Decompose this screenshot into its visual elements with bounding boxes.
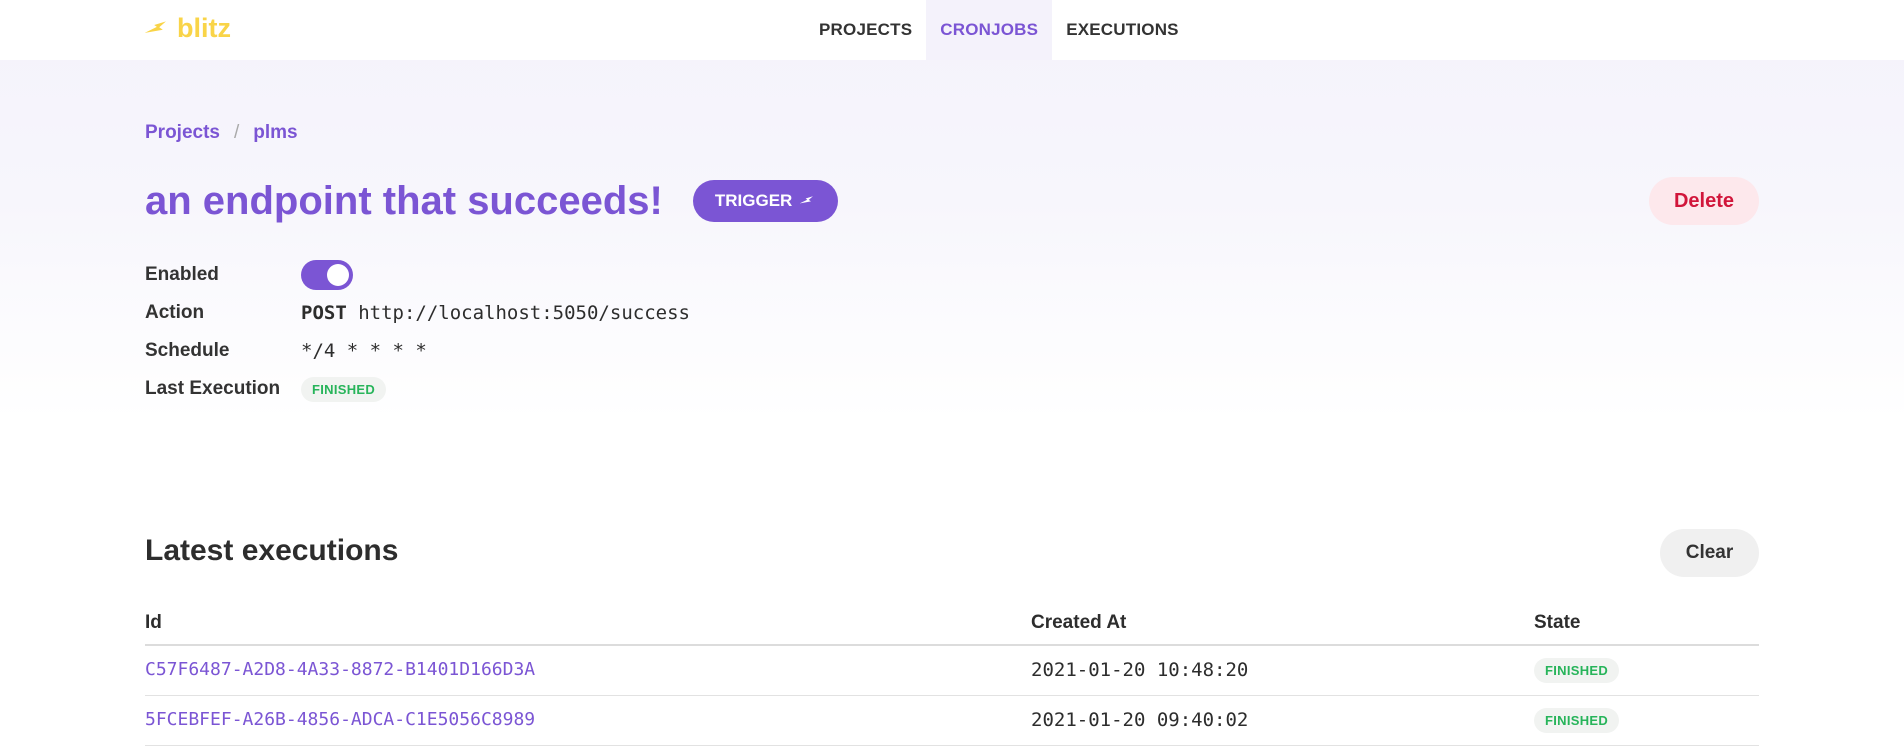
trigger-button-label: TRIGGER (714, 191, 793, 210)
prop-schedule: Schedule */4 * * * * (145, 332, 690, 370)
last-execution-label: Last Execution (145, 378, 281, 399)
column-header-created-at: Created At (1031, 601, 1534, 646)
status-badge: FINISHED (1534, 707, 1620, 733)
prop-action: Action POST http://localhost:5050/succes… (145, 294, 690, 332)
status-badge: FINISHED (301, 376, 387, 402)
action-url: http://localhost:5050/success (358, 302, 690, 324)
execution-id-link[interactable]: 5FCEBFEF-A26B-4856-ADCA-C1E5056C8989 (145, 709, 535, 730)
lightning-bolt-icon (145, 20, 166, 33)
schedule-value: */4 * * * * (301, 340, 427, 362)
lightning-bolt-icon (800, 196, 814, 204)
execution-created-at: 2021-01-20 09:40:02 (1031, 708, 1249, 731)
prop-enabled: Enabled (145, 256, 690, 294)
column-header-id: Id (145, 601, 1031, 646)
breadcrumb-separator: / (233, 122, 240, 143)
breadcrumb-project-plms[interactable]: plms (253, 122, 297, 144)
breadcrumb-projects[interactable]: Projects (145, 122, 220, 144)
clear-button[interactable]: Clear (1660, 529, 1759, 577)
nav-projects[interactable]: PROJECTS (805, 0, 926, 60)
title-row: an endpoint that succeeds! TRIGGER Delet… (145, 176, 1759, 226)
trigger-button[interactable]: TRIGGER (692, 180, 839, 222)
execution-created-at: 2021-01-20 10:48:20 (1031, 658, 1249, 681)
top-navigation-bar: blitz PROJECTS CRONJOBS EXECUTIONS (0, 0, 1904, 60)
action-method: POST (301, 302, 347, 324)
enabled-toggle[interactable] (301, 260, 353, 290)
execution-id-link[interactable]: C57F6487-A2D8-4A33-8872-B1401D166D3A (145, 659, 535, 680)
action-label: Action (145, 302, 205, 323)
executions-title: Latest executions (145, 534, 399, 567)
enabled-label: Enabled (145, 264, 219, 285)
nav-cronjobs[interactable]: CRONJOBS (926, 0, 1053, 60)
table-row: C57F6487-A2D8-4A33-8872-B1401D166D3A 202… (145, 645, 1759, 696)
status-badge: FINISHED (1534, 657, 1620, 683)
column-header-state: State (1534, 601, 1759, 646)
page-title: an endpoint that succeeds! (145, 178, 663, 223)
delete-button[interactable]: Delete (1649, 177, 1759, 225)
nav-executions[interactable]: EXECUTIONS (1052, 0, 1193, 60)
table-header-row: Id Created At State (145, 601, 1759, 646)
toggle-knob (327, 264, 349, 286)
table-row: 5FCEBFEF-A26B-4856-ADCA-C1E5056C8989 202… (145, 695, 1759, 746)
breadcrumb: Projects / plms (145, 122, 298, 144)
executions-table: Id Created At State C57F6487-A2D8-4A33-8… (145, 601, 1759, 746)
logo-text: blitz (177, 13, 231, 43)
action-value: POST http://localhost:5050/success (301, 302, 690, 324)
logo[interactable]: blitz (145, 13, 231, 44)
cronjob-properties: Enabled Action POST http://localhost:505… (145, 256, 690, 408)
schedule-label: Schedule (145, 340, 230, 361)
main-nav: PROJECTS CRONJOBS EXECUTIONS (805, 0, 1193, 60)
prop-last-execution: Last Execution FINISHED (145, 370, 690, 408)
